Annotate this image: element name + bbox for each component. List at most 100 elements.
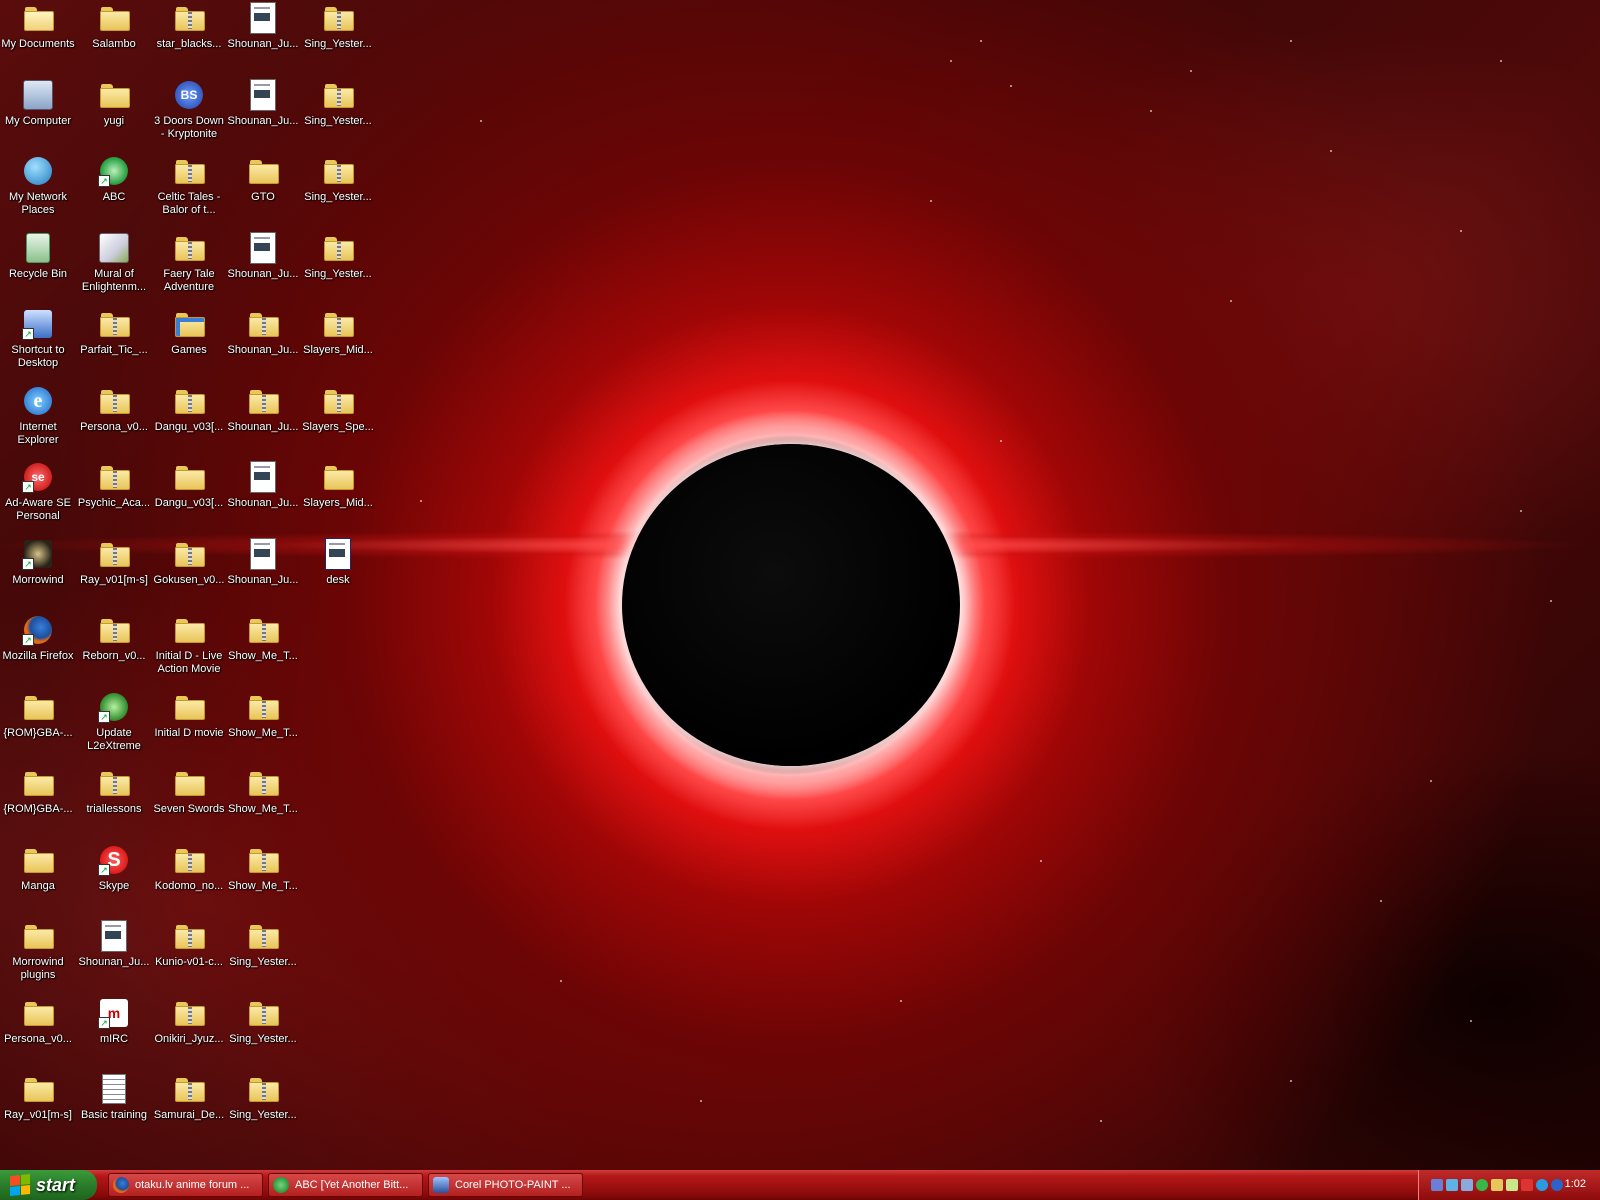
desktop-icon[interactable]: e Internet Explorer <box>0 383 76 459</box>
desktop-icon[interactable]: Sing_Yester... <box>225 1071 301 1147</box>
desktop-icon-glyph: ↗ <box>98 691 130 723</box>
desktop-icon[interactable]: Sing_Yester... <box>225 918 301 994</box>
desktop-icon[interactable]: Sing_Yester... <box>300 230 376 306</box>
zip-folder-icon <box>249 772 279 796</box>
desktop-icon[interactable]: Persona_v0... <box>76 383 152 459</box>
help-icon[interactable] <box>1551 1179 1563 1191</box>
desktop-icon[interactable]: Sing_Yester... <box>225 995 301 1071</box>
desktop-icon[interactable]: Shounan_Ju... <box>225 0 301 76</box>
desktop-icon[interactable]: ↗ Update L2eXtreme <box>76 689 152 765</box>
task-label: otaku.lv anime forum ... <box>135 1179 250 1191</box>
desktop-icon[interactable]: My Documents <box>0 0 76 76</box>
desktop-icon[interactable]: ↗ ABC <box>76 153 152 229</box>
desktop-icon[interactable]: Morrowind plugins <box>0 918 76 994</box>
desktop-icon[interactable]: Recycle Bin <box>0 230 76 306</box>
desktop-icon[interactable]: Manga <box>0 842 76 918</box>
chat-icon[interactable] <box>1506 1179 1518 1191</box>
desktop-icon[interactable]: Samurai_De... <box>151 1071 227 1147</box>
desktop-icon[interactable]: Basic training <box>76 1071 152 1147</box>
desktop-icon[interactable]: Shounan_Ju... <box>225 459 301 535</box>
desktop-icon[interactable]: Reborn_v0... <box>76 612 152 688</box>
desktop-icon[interactable]: yugi <box>76 77 152 153</box>
desktop-icon[interactable]: BS 3 Doors Down - Kryptonite <box>151 77 227 153</box>
desktop-icon-label: Gokusen_v0... <box>153 574 225 586</box>
desktop-icon[interactable]: desk <box>300 536 376 612</box>
desktop-icon-glyph <box>247 920 279 952</box>
desktop-icon-label: Show_Me_T... <box>228 650 298 662</box>
monitor-icon[interactable] <box>1461 1179 1473 1191</box>
desktop-icon[interactable]: {ROM}GBA-... <box>0 765 76 841</box>
desktop-icon[interactable]: Ray_v01[m-s] <box>0 1071 76 1147</box>
desktop-icon[interactable]: Games <box>151 306 227 382</box>
desktop-icon-glyph: ↗ <box>22 538 54 570</box>
desktop-icon[interactable]: Kunio-v01-c... <box>151 918 227 994</box>
desktop-icon[interactable]: Dangu_v03[... <box>151 459 227 535</box>
desktop-icon[interactable]: My Network Places <box>0 153 76 229</box>
desktop-icon[interactable]: Sing_Yester... <box>300 77 376 153</box>
desktop-icon[interactable]: Persona_v0... <box>0 995 76 1071</box>
desktop-icon[interactable]: Initial D - Live Action Movie <box>151 612 227 688</box>
document-icon <box>101 920 127 952</box>
desktop-icon[interactable]: Mural of Enlightenm... <box>76 230 152 306</box>
task-label: Corel PHOTO-PAINT ... <box>455 1179 571 1191</box>
desktop-icon-label: Shounan_Ju... <box>227 421 299 433</box>
desktop-icon[interactable]: Shounan_Ju... <box>225 230 301 306</box>
desktop-icon[interactable]: Sing_Yester... <box>300 0 376 76</box>
desktop-icon[interactable]: Parfait_Tic_... <box>76 306 152 382</box>
taskbar-button-abc[interactable]: ABC [Yet Another Bitt... <box>268 1173 423 1197</box>
music-note-icon[interactable] <box>1431 1179 1443 1191</box>
desktop-icon[interactable]: Shounan_Ju... <box>225 536 301 612</box>
start-button[interactable]: start <box>0 1170 97 1200</box>
folder-tray-icon[interactable] <box>1491 1179 1503 1191</box>
desktop-icon[interactable]: Shounan_Ju... <box>76 918 152 994</box>
desktop-icon[interactable]: {ROM}GBA-... <box>0 689 76 765</box>
recycle-bin-icon <box>26 233 50 263</box>
desktop-icon[interactable]: Seven Swords <box>151 765 227 841</box>
desktop-icon[interactable]: Shounan_Ju... <box>225 383 301 459</box>
desktop-icon[interactable]: se ↗ Ad-Aware SE Personal <box>0 459 76 535</box>
desktop-icon[interactable]: Shounan_Ju... <box>225 306 301 382</box>
desktop-icon[interactable]: ↗ Mozilla Firefox <box>0 612 76 688</box>
desktop-icon[interactable]: Onikiri_Jyuz... <box>151 995 227 1071</box>
network-icon[interactable] <box>1446 1179 1458 1191</box>
desktop-icon[interactable]: Celtic Tales - Balor of t... <box>151 153 227 229</box>
desktop-icon[interactable]: S ↗ Skype <box>76 842 152 918</box>
desktop-icon[interactable]: My Computer <box>0 77 76 153</box>
folder-icon <box>175 772 205 796</box>
desktop-icon[interactable]: Ray_v01[m-s] <box>76 536 152 612</box>
taskbar-button-firefox[interactable]: otaku.lv anime forum ... <box>108 1173 263 1197</box>
desktop-icon[interactable]: Slayers_Spe... <box>300 383 376 459</box>
star <box>700 1100 702 1102</box>
desktop-icon[interactable]: Psychic_Aca... <box>76 459 152 535</box>
desktop-icon[interactable]: m ↗ mIRC <box>76 995 152 1071</box>
clover-icon[interactable] <box>1476 1179 1488 1191</box>
desktop-icon[interactable]: Show_Me_T... <box>225 689 301 765</box>
desktop-icon[interactable]: Slayers_Mid... <box>300 306 376 382</box>
desktop-icon[interactable]: Show_Me_T... <box>225 765 301 841</box>
desktop-icon[interactable]: Show_Me_T... <box>225 842 301 918</box>
desktop-icon[interactable]: Show_Me_T... <box>225 612 301 688</box>
desktop-icon-label: Sing_Yester... <box>229 1109 297 1121</box>
shield-icon[interactable] <box>1521 1179 1533 1191</box>
skype-tray-icon[interactable] <box>1536 1179 1548 1191</box>
desktop-icon[interactable]: triallessons <box>76 765 152 841</box>
desktop-icon-label: ABC <box>102 191 126 203</box>
windows-logo-icon <box>10 1173 30 1197</box>
desktop-icon[interactable]: Shounan_Ju... <box>225 77 301 153</box>
desktop-icon[interactable]: Slayers_Mid... <box>300 459 376 535</box>
desktop-icon-glyph <box>247 232 279 264</box>
desktop-icon[interactable]: ↗ Morrowind <box>0 536 76 612</box>
desktop-icon[interactable]: GTO <box>225 153 301 229</box>
desktop-icon-glyph <box>173 538 205 570</box>
desktop-icon-glyph <box>247 308 279 340</box>
taskbar-button-corel[interactable]: Corel PHOTO-PAINT ... <box>428 1173 583 1197</box>
desktop-icon[interactable]: star_blacks... <box>151 0 227 76</box>
desktop-icon[interactable]: Faery Tale Adventure <box>151 230 227 306</box>
desktop-icon[interactable]: ↗ Shortcut to Desktop <box>0 306 76 382</box>
desktop-icon[interactable]: Initial D movie <box>151 689 227 765</box>
desktop-icon[interactable]: Kodomo_no... <box>151 842 227 918</box>
desktop-icon[interactable]: Salambo <box>76 0 152 76</box>
desktop-icon[interactable]: Dangu_v03[... <box>151 383 227 459</box>
desktop-icon[interactable]: Sing_Yester... <box>300 153 376 229</box>
desktop-icon[interactable]: Gokusen_v0... <box>151 536 227 612</box>
